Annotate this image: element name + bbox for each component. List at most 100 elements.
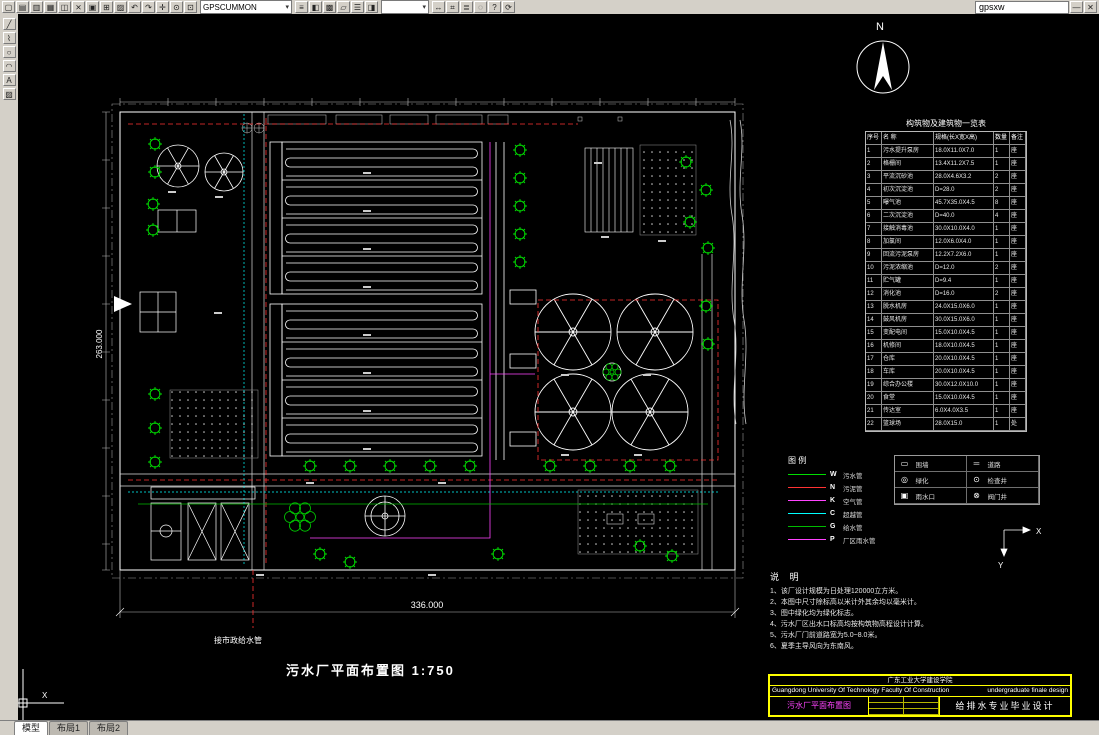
polyline-tool-icon[interactable]: ⌇ (2, 32, 16, 44)
structures-table: 序号 名 称 规格(长X宽X高) 数量 备注 1 污水提升泵房 18.0X11.… (865, 131, 1027, 432)
table-cell-no: 16 (866, 340, 882, 353)
tab-layout2[interactable]: 布局2 (89, 721, 129, 735)
north-label: N (876, 21, 884, 33)
save-icon[interactable]: ▥ (30, 1, 43, 13)
redraw-icon[interactable]: ⟳ (502, 1, 515, 13)
legend-panel: 图 例 W 污水管 N 污泥管 K 空气管 C 超越管 G 给水管 P 厂区雨水… (788, 455, 1078, 546)
table-cell-no: 22 (866, 418, 882, 431)
table-cell-name: 脱水机房 (882, 301, 934, 314)
legend-symbol-label: 阀门井 (987, 493, 1008, 501)
tab-layout1[interactable]: 布局1 (49, 721, 89, 735)
locate-point-icon[interactable]: ◌ (474, 1, 487, 13)
structures-table-title: 构筑物及建筑物一览表 (906, 119, 986, 128)
table-cell-no: 6 (866, 210, 882, 223)
project-name-en: undergraduate finale design (987, 687, 1068, 694)
minimize-icon[interactable]: — (1070, 1, 1083, 13)
cut-icon[interactable]: ⨯ (72, 1, 85, 13)
pan-icon[interactable]: ✛ (156, 1, 169, 13)
table-cell-name: 平流沉砂池 (882, 171, 934, 184)
table-cell-no: 10 (866, 262, 882, 275)
style-combo[interactable]: ▾ (381, 0, 429, 14)
table-cell-no: 11 (866, 275, 882, 288)
copy-icon[interactable]: ▣ (86, 1, 99, 13)
table-cell-note: 座 (1010, 288, 1026, 301)
color-control-icon[interactable]: ▩ (323, 1, 336, 13)
text-tool-icon[interactable]: A (2, 74, 16, 86)
table-cell-no: 9 (866, 249, 882, 262)
table-cell-name: 贮气罐 (882, 275, 934, 288)
table-cell-name: 传达室 (882, 405, 934, 418)
notes-panel: 说 明 1、该厂设计规模为日处理120000立方米。 2、本图中尺寸除标高以米计外… (770, 570, 1080, 652)
legend-title: 图 例 (788, 456, 807, 465)
circle-tool-icon[interactable]: ○ (2, 46, 16, 58)
toolbar-group-layers: ≡ ◧ ▩ ▱ ☰ ◨ (295, 1, 378, 13)
table-cell-note: 座 (1010, 210, 1026, 223)
left-toolbar: ╱ ⌇ ○ ◠ A ▨ (0, 14, 19, 721)
drawing-name-field[interactable]: gpsxw (975, 0, 1069, 14)
table-cell-name: 接触消毒池 (882, 223, 934, 236)
help-icon[interactable]: ? (488, 1, 501, 13)
legend-symbol-cell: ⊗ 阀门井 (966, 488, 1039, 504)
print-preview-icon[interactable]: ◫ (58, 1, 71, 13)
table-cell-no: 5 (866, 197, 882, 210)
table-cell-name: 回流污泥泵房 (882, 249, 934, 262)
aeration-tanks (269, 141, 537, 460)
properties-icon[interactable]: ◨ (365, 1, 378, 13)
table-cell-size: 18.0X11.0X7.0 (934, 145, 994, 158)
table-cell-no: 7 (866, 223, 882, 236)
area-icon[interactable]: ⌗ (446, 1, 459, 13)
table-cell-name: 变配电间 (882, 327, 934, 340)
list-icon[interactable]: ≣ (460, 1, 473, 13)
table-cell-name: 污泥浓缩池 (882, 262, 934, 275)
table-cell-size: D=16.0 (934, 288, 994, 301)
sludge-pipes (310, 142, 535, 539)
table-cell-note: 座 (1010, 262, 1026, 275)
table-cell-size: 15.0X10.0X4.5 (934, 392, 994, 405)
close-icon[interactable]: ✕ (1084, 1, 1097, 13)
signature-grid (869, 697, 940, 715)
lineweight-icon[interactable]: ☰ (351, 1, 364, 13)
zoom-window-icon[interactable]: ⊡ (184, 1, 197, 13)
linetype-icon[interactable]: ▱ (337, 1, 350, 13)
redo-icon[interactable]: ↷ (142, 1, 155, 13)
print-icon[interactable]: ▦ (44, 1, 57, 13)
table-cell-name: 污水提升泵房 (882, 145, 934, 158)
match-properties-icon[interactable]: ▨ (114, 1, 127, 13)
legend-pipe-row: N 污泥管 (788, 481, 876, 494)
table-cell-note: 座 (1010, 249, 1026, 262)
table-cell-qty: 1 (994, 405, 1010, 418)
table-cell-qty: 1 (994, 145, 1010, 158)
hatch-tool-icon[interactable]: ▨ (2, 88, 16, 100)
tab-model[interactable]: 模型 (14, 721, 49, 735)
table-cell-qty: 1 (994, 223, 1010, 236)
new-icon[interactable]: ▢ (2, 1, 15, 13)
structures-table-panel: 构筑物及建筑物一览表 序号 名 称 规格(长X宽X高) 数量 备注 1 污水提升… (865, 118, 1027, 432)
note-line: 2、本图中尺寸除标高以米计外其余均以毫米计。 (770, 599, 921, 606)
pipe-label: 超越管 (843, 511, 863, 519)
line-tool-icon[interactable]: ╱ (2, 18, 16, 30)
layer-state-icon[interactable]: ◧ (309, 1, 322, 13)
pipe-letter: C (830, 510, 836, 517)
pipe-label: 污泥管 (843, 485, 863, 493)
table-cell-size: 12.2X7.2X6.0 (934, 249, 994, 262)
drawing-canvas[interactable]: 336.000 263.000 N 接市政给水管 X Y X 构筑物及建筑物一览… (18, 14, 1099, 721)
entrance-and-pump-house (114, 209, 197, 333)
table-cell-name: 仓库 (882, 353, 934, 366)
legend-symbol-cell: ▭ 围墙 (894, 456, 967, 472)
toolbar-group-inquiry: ↔ ⌗ ≣ ◌? ⟳ (432, 1, 515, 13)
table-cell-name: 篮球场 (882, 418, 934, 431)
distance-icon[interactable]: ↔ (432, 1, 445, 13)
table-cell-qty: 2 (994, 262, 1010, 275)
table-cell-name: 曝气池 (882, 197, 934, 210)
arc-tool-icon[interactable]: ◠ (2, 60, 16, 72)
open-icon[interactable]: ▤ (16, 1, 29, 13)
table-cell-note: 座 (1010, 340, 1026, 353)
layout-tab-bar: 模型 布局1 布局2 (0, 720, 1099, 735)
layer-combo[interactable]: GPSCUMMON ▾ (200, 0, 292, 14)
zoom-realtime-icon[interactable]: ⊙ (170, 1, 183, 13)
table-cell-qty: 1 (994, 236, 1010, 249)
paste-icon[interactable]: ⊞ (100, 1, 113, 13)
undo-icon[interactable]: ↶ (128, 1, 141, 13)
table-cell-qty: 8 (994, 197, 1010, 210)
layers-icon[interactable]: ≡ (295, 1, 308, 13)
